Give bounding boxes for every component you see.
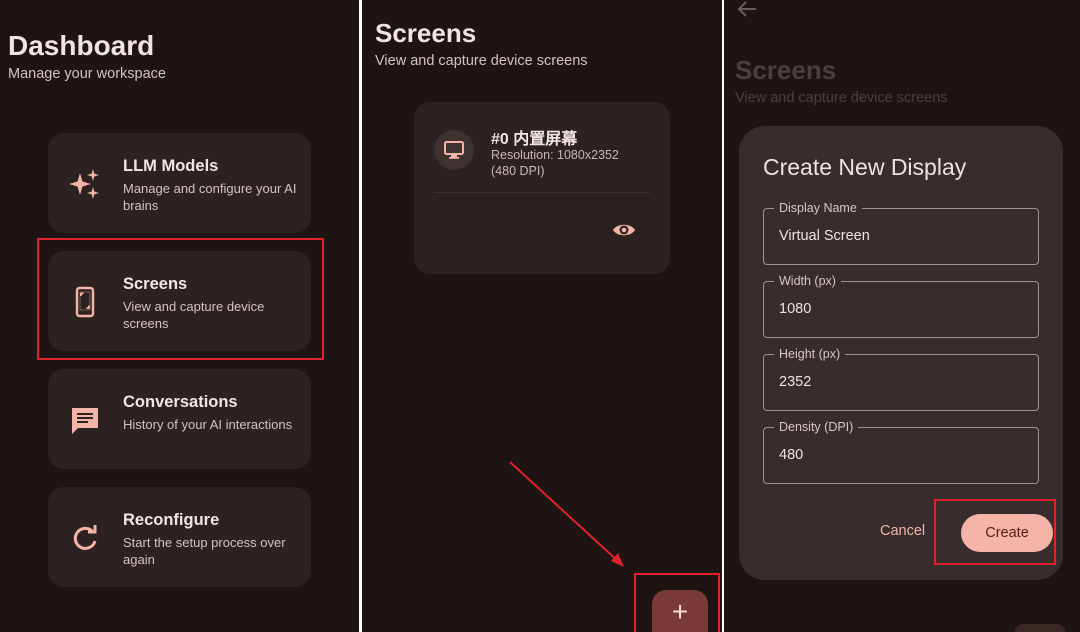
cancel-button[interactable]: Cancel	[880, 523, 925, 539]
field-value: 480	[779, 447, 804, 463]
card-description: History of your AI interactions	[123, 417, 293, 432]
density-field[interactable]: Density (DPI) 480	[763, 419, 1039, 484]
dashboard-screen: Dashboard Manage your workspace LLM Mode…	[0, 0, 359, 632]
back-arrow-icon[interactable]	[736, 0, 758, 20]
height-field[interactable]: Height (px) 2352	[763, 346, 1039, 411]
page-subtitle: View and capture device screens	[735, 90, 948, 106]
field-value: Virtual Screen	[779, 228, 870, 244]
field-value: 1080	[779, 301, 812, 317]
card-description: Start the setup process over again	[123, 535, 286, 567]
highlight-box	[934, 499, 1056, 565]
conversations-card[interactable]: Conversations History of your AI interac…	[48, 369, 311, 469]
refresh-icon	[68, 521, 102, 555]
card-description: Manage and configure your AI brains	[123, 181, 297, 213]
page-subtitle: Manage your workspace	[8, 66, 166, 82]
fab-peek	[1014, 624, 1066, 632]
highlight-box	[37, 238, 324, 360]
page-title: Dashboard	[8, 30, 155, 61]
field-label: Display Name	[774, 200, 862, 216]
field-value: 2352	[779, 374, 812, 390]
field-label: Density (DPI)	[774, 419, 859, 435]
annotation-arrow	[509, 461, 624, 567]
field-label: Height (px)	[774, 346, 846, 362]
field-label: Width (px)	[774, 273, 841, 289]
width-field[interactable]: Width (px) 1080	[763, 273, 1039, 338]
llm-models-card[interactable]: LLM Models Manage and configure your AI …	[48, 133, 311, 233]
card-title: Conversations	[123, 393, 238, 411]
reconfigure-card[interactable]: Reconfigure Start the setup process over…	[48, 487, 311, 587]
sparkles-icon	[68, 167, 102, 201]
screens-screen: Screens View and capture device screens …	[362, 0, 722, 632]
card-title: LLM Models	[123, 157, 219, 175]
card-title: Reconfigure	[123, 511, 220, 529]
page-title: Screens	[735, 55, 837, 85]
display-name-field[interactable]: Display Name Virtual Screen	[763, 200, 1039, 265]
create-display-screen: Screens View and capture device screens …	[724, 0, 1080, 632]
highlight-box	[634, 573, 720, 632]
chat-icon	[68, 403, 102, 437]
dialog-title: Create New Display	[763, 154, 967, 180]
